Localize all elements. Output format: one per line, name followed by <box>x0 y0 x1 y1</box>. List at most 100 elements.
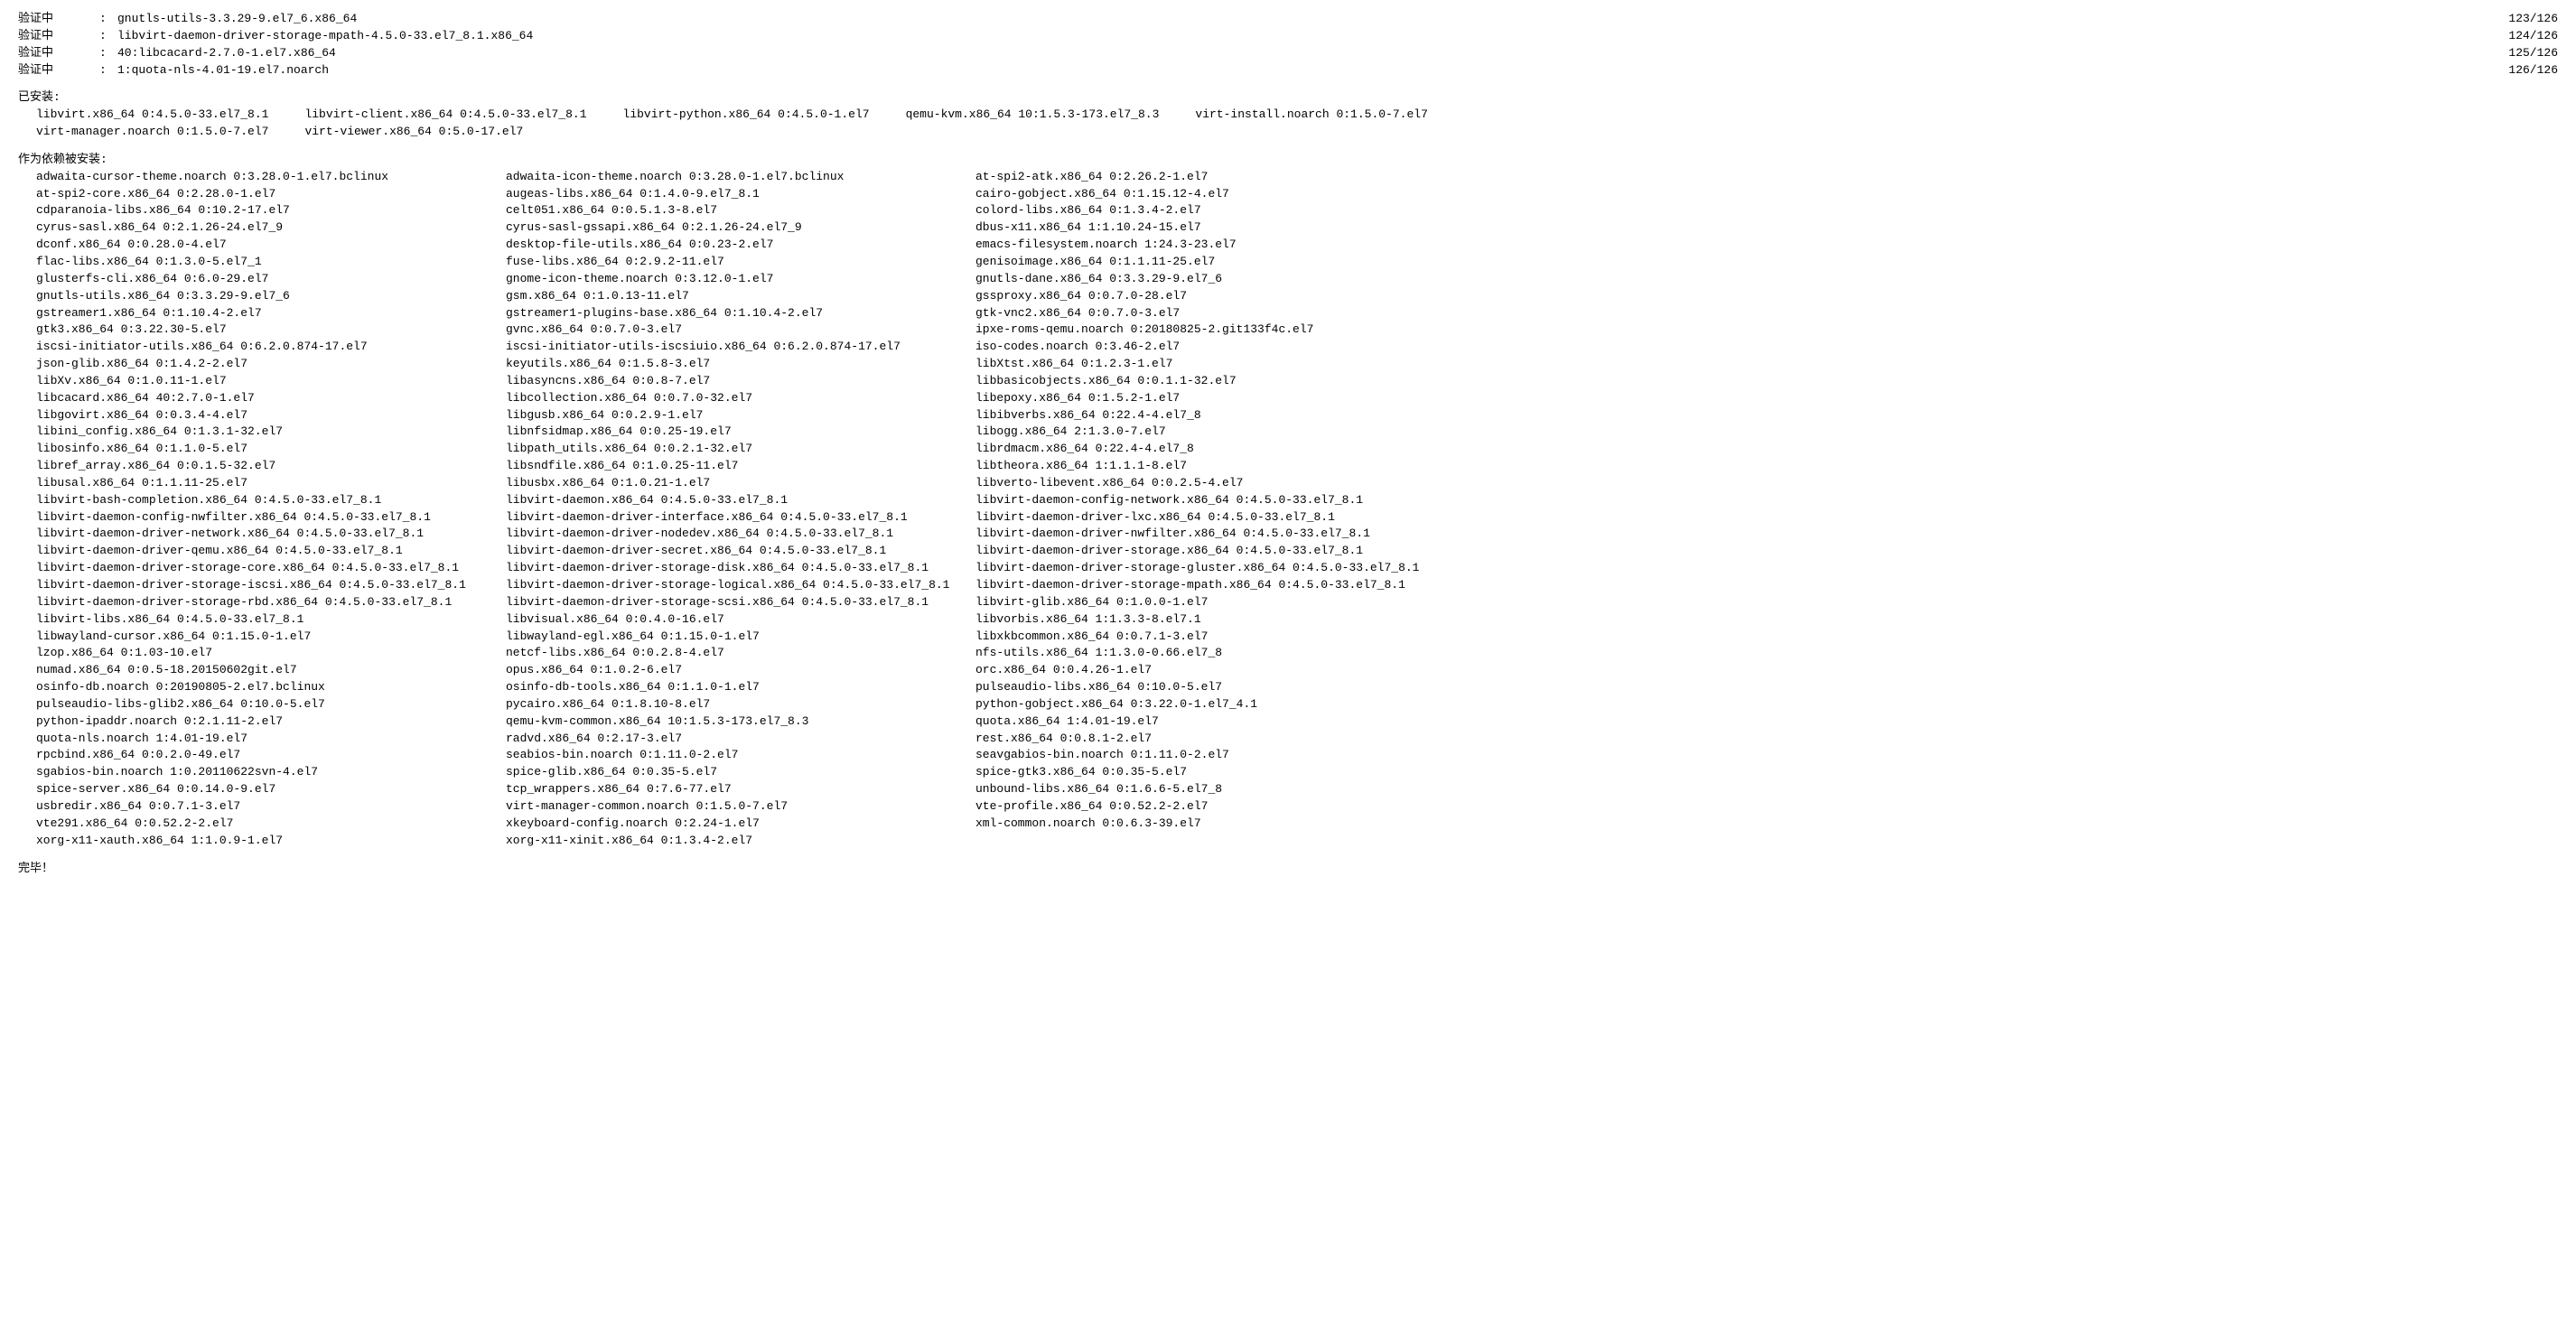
verify-row: 验证中: 1:quota-nls-4.01-19.el7.noarch126/1… <box>18 62 2558 79</box>
colon: : <box>99 11 117 28</box>
dep-package: rpcbind.x86_64 0:0.2.0-49.el7 <box>36 747 506 764</box>
dep-row: libvirt-libs.x86_64 0:4.5.0-33.el7_8.1li… <box>36 611 2558 629</box>
dep-package: libogg.x86_64 2:1.3.0-7.el7 <box>975 424 1481 441</box>
verify-label: 验证中 <box>18 45 99 62</box>
dep-package: dconf.x86_64 0:0.28.0-4.el7 <box>36 237 506 254</box>
dep-row: vte291.x86_64 0:0.52.2-2.el7xkeyboard-co… <box>36 816 2558 833</box>
dep-row: rpcbind.x86_64 0:0.2.0-49.el7seabios-bin… <box>36 747 2558 764</box>
dep-package: libasyncns.x86_64 0:0.8-7.el7 <box>506 373 975 390</box>
dep-package: usbredir.x86_64 0:0.7.1-3.el7 <box>36 798 506 816</box>
dep-package: pulseaudio-libs.x86_64 0:10.0-5.el7 <box>975 679 1481 696</box>
installed-package: libvirt-client.x86_64 0:4.5.0-33.el7_8.1 <box>304 107 586 124</box>
installed-package: virt-viewer.x86_64 0:5.0-17.el7 <box>304 124 523 141</box>
verify-row: 验证中: libvirt-daemon-driver-storage-mpath… <box>18 28 2558 45</box>
verify-package: gnutls-utils-3.3.29-9.el7_6.x86_64 <box>117 11 2486 28</box>
dep-row: libvirt-daemon-driver-qemu.x86_64 0:4.5.… <box>36 543 2558 560</box>
dep-row: libref_array.x86_64 0:0.1.5-32.el7libsnd… <box>36 458 2558 475</box>
installed-package: virt-install.noarch 0:1.5.0-7.el7 <box>1195 107 1427 124</box>
dep-package: libvirt-daemon-driver-storage-gluster.x8… <box>975 560 1481 577</box>
dep-row: gnutls-utils.x86_64 0:3.3.29-9.el7_6gsm.… <box>36 288 2558 305</box>
dep-package: libvirt-daemon-driver-storage-scsi.x86_6… <box>506 594 975 611</box>
dep-package: genisoimage.x86_64 0:1.1.11-25.el7 <box>975 254 1481 271</box>
dep-list: adwaita-cursor-theme.noarch 0:3.28.0-1.e… <box>36 169 2558 850</box>
dep-package: ipxe-roms-qemu.noarch 0:20180825-2.git13… <box>975 322 1481 339</box>
dep-row: adwaita-cursor-theme.noarch 0:3.28.0-1.e… <box>36 169 2558 186</box>
dep-row: numad.x86_64 0:0.5-18.20150602git.el7opu… <box>36 662 2558 679</box>
dep-row: libvirt-daemon-driver-storage-rbd.x86_64… <box>36 594 2558 611</box>
verify-package: libvirt-daemon-driver-storage-mpath-4.5.… <box>117 28 2486 45</box>
dep-package: libwayland-cursor.x86_64 0:1.15.0-1.el7 <box>36 629 506 646</box>
dep-package: rest.x86_64 0:0.8.1-2.el7 <box>975 731 1481 748</box>
dep-package: libcollection.x86_64 0:0.7.0-32.el7 <box>506 390 975 407</box>
dep-package: gstreamer1-plugins-base.x86_64 0:1.10.4-… <box>506 305 975 322</box>
dep-package: libvirt-daemon-driver-qemu.x86_64 0:4.5.… <box>36 543 506 560</box>
dep-package: cyrus-sasl.x86_64 0:2.1.26-24.el7_9 <box>36 219 506 237</box>
dep-row: spice-server.x86_64 0:0.14.0-9.el7tcp_wr… <box>36 781 2558 798</box>
dep-package: libxkbcommon.x86_64 0:0.7.1-3.el7 <box>975 629 1481 646</box>
verify-count: 125/126 <box>2486 45 2558 62</box>
dep-row: dconf.x86_64 0:0.28.0-4.el7desktop-file-… <box>36 237 2558 254</box>
dep-package: libibverbs.x86_64 0:22.4-4.el7_8 <box>975 407 1481 424</box>
dep-package: colord-libs.x86_64 0:1.3.4-2.el7 <box>975 202 1481 219</box>
verify-row: 验证中: gnutls-utils-3.3.29-9.el7_6.x86_641… <box>18 11 2558 28</box>
installed-package: libvirt-python.x86_64 0:4.5.0-1.el7 <box>623 107 870 124</box>
colon: : <box>99 62 117 79</box>
dep-package: python-gobject.x86_64 0:3.22.0-1.el7_4.1 <box>975 696 1481 713</box>
dep-package: glusterfs-cli.x86_64 0:6.0-29.el7 <box>36 271 506 288</box>
dep-package: libwayland-egl.x86_64 0:1.15.0-1.el7 <box>506 629 975 646</box>
colon: : <box>99 28 117 45</box>
dep-package: gstreamer1.x86_64 0:1.10.4-2.el7 <box>36 305 506 322</box>
dep-package: libvirt-daemon-driver-storage-iscsi.x86_… <box>36 577 506 594</box>
dep-package: libvirt-daemon-driver-storage-core.x86_6… <box>36 560 506 577</box>
dep-package: libvirt-glib.x86_64 0:1.0.0-1.el7 <box>975 594 1481 611</box>
dep-package: at-spi2-atk.x86_64 0:2.26.2-1.el7 <box>975 169 1481 186</box>
dep-package: libvirt-bash-completion.x86_64 0:4.5.0-3… <box>36 492 506 509</box>
dep-package: libvirt-daemon-driver-network.x86_64 0:4… <box>36 526 506 543</box>
dep-package: libvirt-daemon-config-nwfilter.x86_64 0:… <box>36 509 506 527</box>
dep-row: osinfo-db.noarch 0:20190805-2.el7.bclinu… <box>36 679 2558 696</box>
installed-row: libvirt.x86_64 0:4.5.0-33.el7_8.1libvirt… <box>36 107 2558 124</box>
dep-package: libverto-libevent.x86_64 0:0.2.5-4.el7 <box>975 475 1481 492</box>
dep-row: flac-libs.x86_64 0:1.3.0-5.el7_1fuse-lib… <box>36 254 2558 271</box>
dep-row: cdparanoia-libs.x86_64 0:10.2-17.el7celt… <box>36 202 2558 219</box>
dep-package: quota.x86_64 1:4.01-19.el7 <box>975 713 1481 731</box>
dep-row: xorg-x11-xauth.x86_64 1:1.0.9-1.el7xorg-… <box>36 833 2558 850</box>
dep-package: cdparanoia-libs.x86_64 0:10.2-17.el7 <box>36 202 506 219</box>
dep-row: gtk3.x86_64 0:3.22.30-5.el7gvnc.x86_64 0… <box>36 322 2558 339</box>
verify-label: 验证中 <box>18 62 99 79</box>
dep-package: libsndfile.x86_64 0:1.0.25-11.el7 <box>506 458 975 475</box>
dep-row: pulseaudio-libs-glib2.x86_64 0:10.0-5.el… <box>36 696 2558 713</box>
dep-row: libini_config.x86_64 0:1.3.1-32.el7libnf… <box>36 424 2558 441</box>
dep-package: vte291.x86_64 0:0.52.2-2.el7 <box>36 816 506 833</box>
dep-row: gstreamer1.x86_64 0:1.10.4-2.el7gstreame… <box>36 305 2558 322</box>
dep-package: cairo-gobject.x86_64 0:1.15.12-4.el7 <box>975 186 1481 203</box>
dep-package: pulseaudio-libs-glib2.x86_64 0:10.0-5.el… <box>36 696 506 713</box>
dep-package: radvd.x86_64 0:2.17-3.el7 <box>506 731 975 748</box>
dep-package: libnfsidmap.x86_64 0:0.25-19.el7 <box>506 424 975 441</box>
dep-package: cyrus-sasl-gssapi.x86_64 0:2.1.26-24.el7… <box>506 219 975 237</box>
dep-package: pycairo.x86_64 0:1.8.10-8.el7 <box>506 696 975 713</box>
dep-package: gvnc.x86_64 0:0.7.0-3.el7 <box>506 322 975 339</box>
verify-row: 验证中: 40:libcacard-2.7.0-1.el7.x86_64125/… <box>18 45 2558 62</box>
dep-package: seavgabios-bin.noarch 0:1.11.0-2.el7 <box>975 747 1481 764</box>
dep-package: libvirt-daemon-driver-storage-rbd.x86_64… <box>36 594 506 611</box>
dep-row: libvirt-daemon-driver-storage-core.x86_6… <box>36 560 2558 577</box>
dep-package: libvorbis.x86_64 1:1.3.3-8.el7.1 <box>975 611 1481 629</box>
dep-row: glusterfs-cli.x86_64 0:6.0-29.el7gnome-i… <box>36 271 2558 288</box>
dep-package <box>975 833 1481 850</box>
dep-row: python-ipaddr.noarch 0:2.1.11-2.el7qemu-… <box>36 713 2558 731</box>
dep-package: desktop-file-utils.x86_64 0:0.23-2.el7 <box>506 237 975 254</box>
dep-package: tcp_wrappers.x86_64 0:7.6-77.el7 <box>506 781 975 798</box>
dep-package: libvirt-daemon-driver-storage-mpath.x86_… <box>975 577 1481 594</box>
verify-block: 验证中: gnutls-utils-3.3.29-9.el7_6.x86_641… <box>18 11 2558 79</box>
verify-count: 124/126 <box>2486 28 2558 45</box>
dep-package: iscsi-initiator-utils-iscsiuio.x86_64 0:… <box>506 339 975 356</box>
dep-package: libvirt-daemon-driver-secret.x86_64 0:4.… <box>506 543 975 560</box>
dep-package: sgabios-bin.noarch 1:0.20110622svn-4.el7 <box>36 764 506 781</box>
dep-package: spice-server.x86_64 0:0.14.0-9.el7 <box>36 781 506 798</box>
dep-row: sgabios-bin.noarch 1:0.20110622svn-4.el7… <box>36 764 2558 781</box>
dep-package: spice-gtk3.x86_64 0:0.35-5.el7 <box>975 764 1481 781</box>
dep-row: libvirt-daemon-config-nwfilter.x86_64 0:… <box>36 509 2558 527</box>
dep-package: keyutils.x86_64 0:1.5.8-3.el7 <box>506 356 975 373</box>
dep-package: xkeyboard-config.noarch 0:2.24-1.el7 <box>506 816 975 833</box>
